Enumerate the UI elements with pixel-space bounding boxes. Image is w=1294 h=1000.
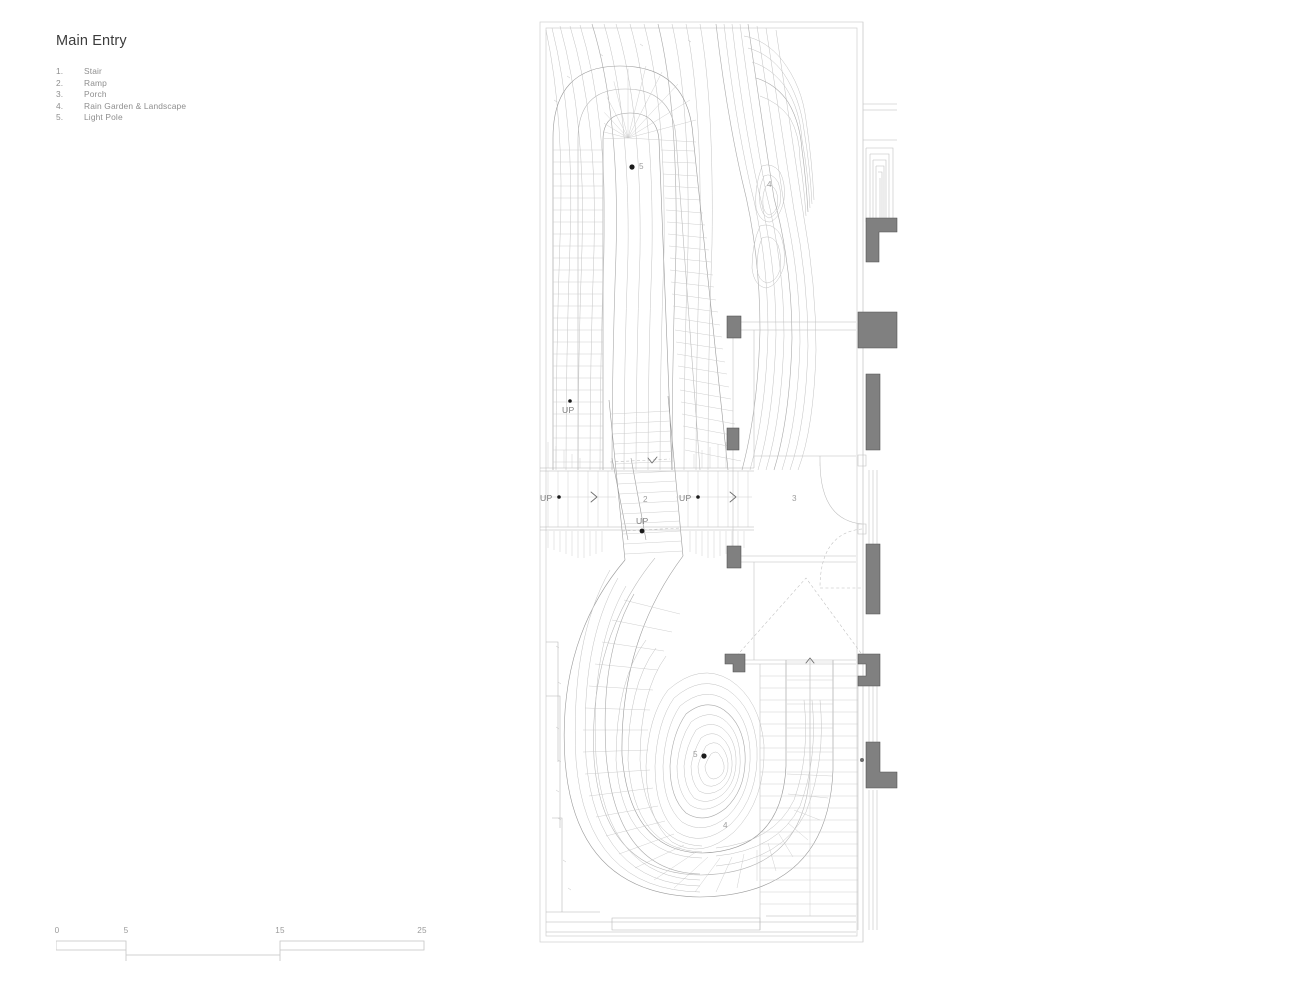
plan-key-label: 3 <box>792 494 797 503</box>
stair-node-dot <box>568 399 572 403</box>
up-label: UP <box>636 516 649 526</box>
stair-node-dot <box>557 495 561 499</box>
stair-node-dot <box>696 495 700 499</box>
site-plan-drawing: 5 4 2 3 5 4 UP UP UP UP <box>0 0 1294 1000</box>
light-pole-marker <box>701 753 707 759</box>
up-label: UP <box>679 493 692 503</box>
ramp-central-run <box>608 395 684 561</box>
plan-key-label: 4 <box>767 180 772 189</box>
plan-key-label: 2 <box>643 495 648 504</box>
up-label: UP <box>540 493 553 503</box>
up-label: UP <box>562 405 575 415</box>
plan-key-label: 4 <box>723 821 728 830</box>
stair-node-dot <box>639 528 645 534</box>
light-pole-marker <box>629 164 635 170</box>
plan-annotations: 5 4 2 3 5 4 UP UP UP UP <box>540 162 815 830</box>
retaining-wall-west <box>546 641 856 933</box>
ramp-north <box>552 64 742 471</box>
plan-key-label: 5 <box>693 750 698 759</box>
contour-lines-south <box>555 569 822 893</box>
plan-key-label: 5 <box>639 162 644 171</box>
site-boundary <box>539 21 897 943</box>
wall-poche-group <box>724 217 898 789</box>
